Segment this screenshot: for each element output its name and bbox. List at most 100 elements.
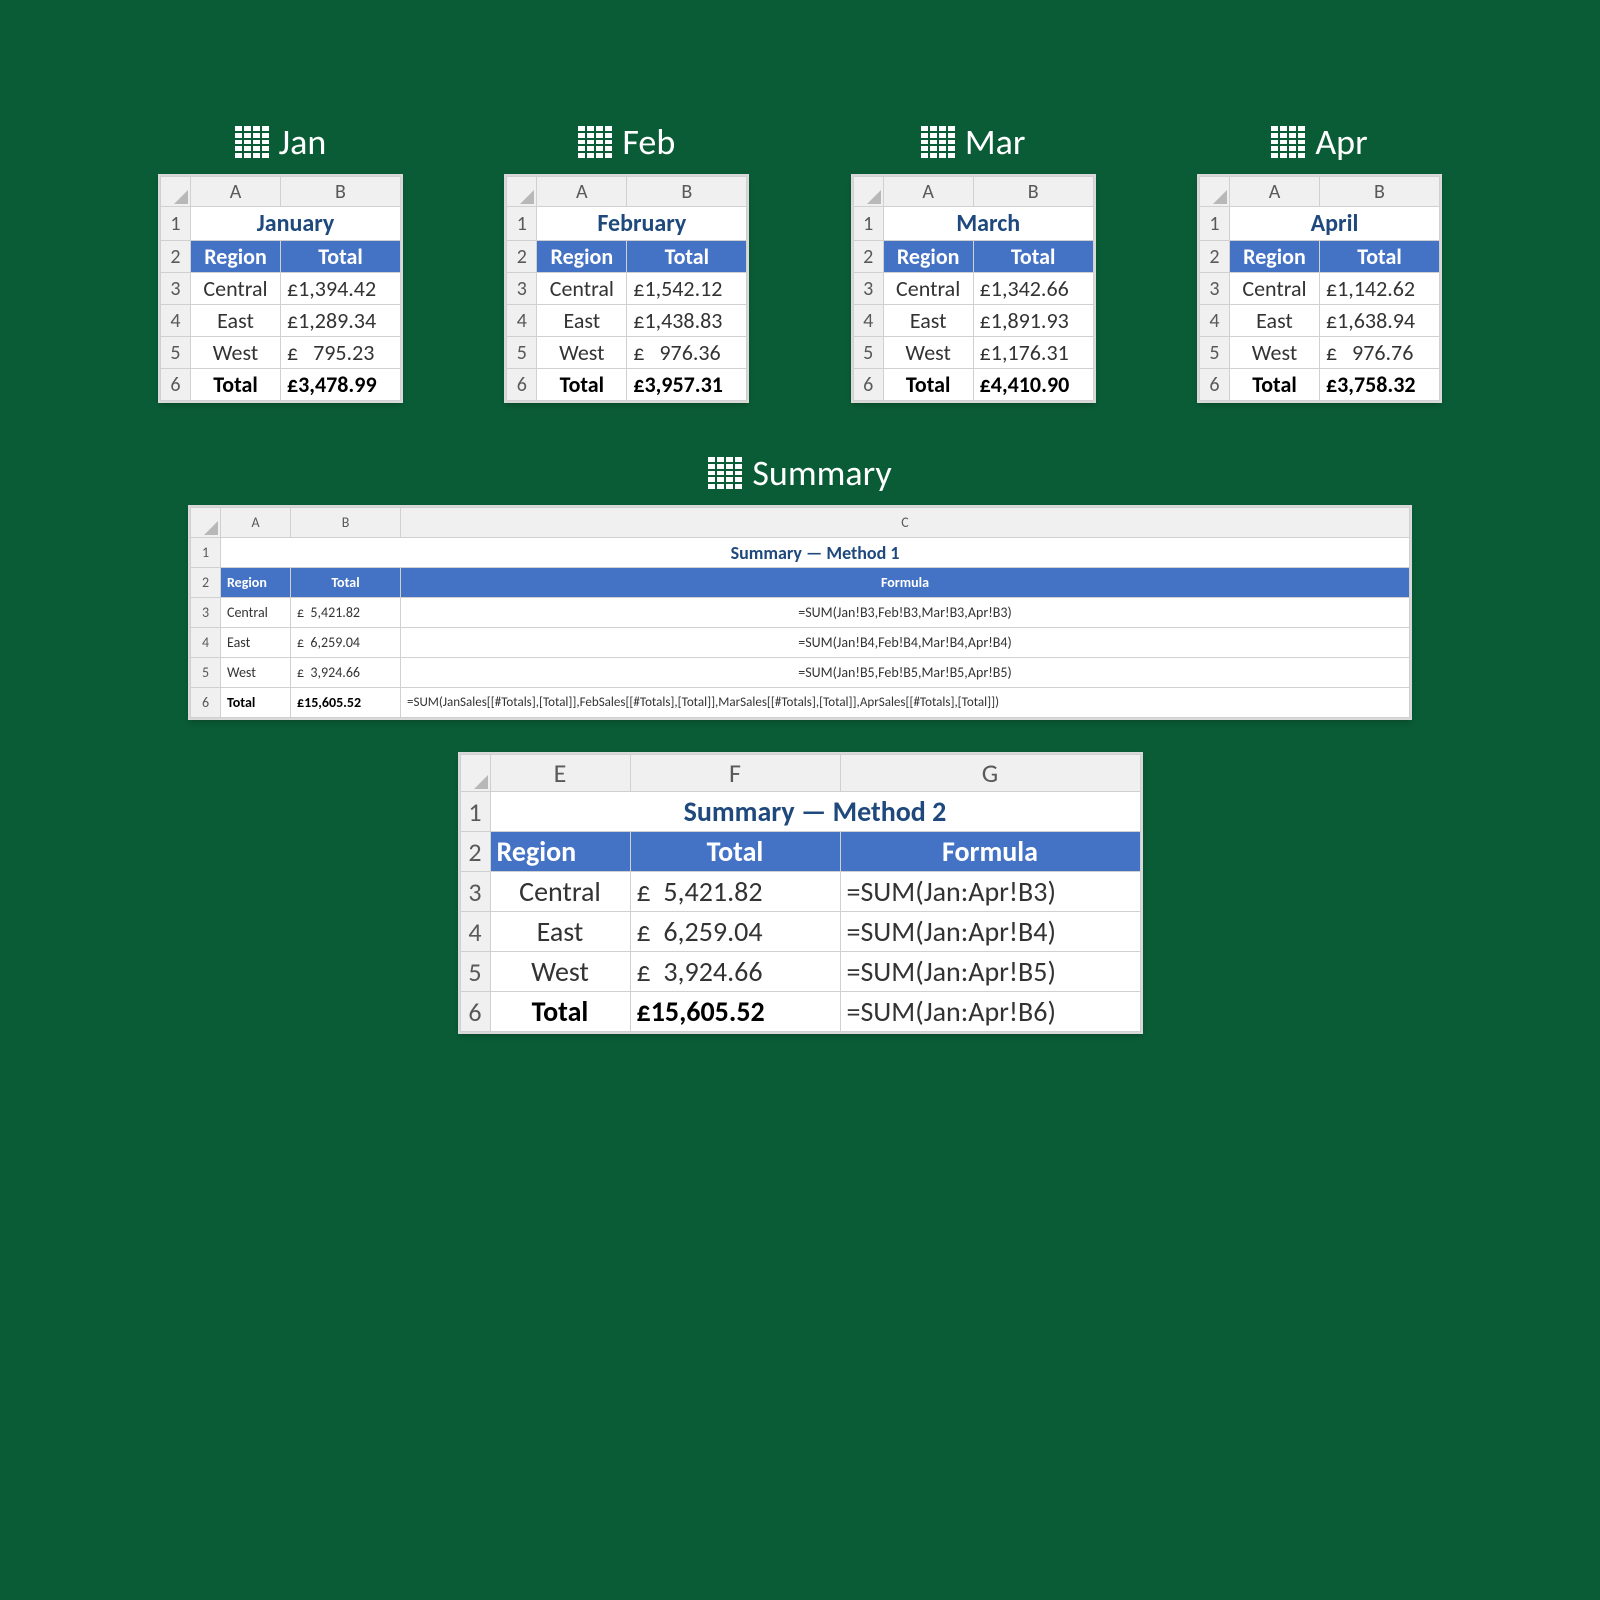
cell-formula[interactable]: =SUM(Jan!B4,Feb!B4,Mar!B4,Apr!B4) bbox=[401, 628, 1410, 658]
row-header[interactable]: 4 bbox=[1199, 305, 1229, 337]
grid-apr[interactable]: AB 1April 2RegionTotal 3Central£1,142.62… bbox=[1199, 176, 1440, 401]
cell-region[interactable]: Central bbox=[1229, 273, 1319, 305]
row-header[interactable]: 1 bbox=[853, 207, 883, 241]
col-header[interactable]: B bbox=[1319, 177, 1439, 207]
row-header[interactable]: 3 bbox=[460, 872, 490, 912]
table-header-region[interactable]: Region bbox=[490, 832, 630, 872]
cell-region[interactable]: Central bbox=[221, 598, 291, 628]
row-header[interactable]: 4 bbox=[507, 305, 537, 337]
row-header[interactable]: 5 bbox=[191, 658, 221, 688]
cell-region[interactable]: East bbox=[537, 305, 627, 337]
cell-total[interactable]: £1,542.12 bbox=[627, 273, 747, 305]
row-header[interactable]: 3 bbox=[1199, 273, 1229, 305]
cell-total[interactable]: £ 5,421.82 bbox=[291, 598, 401, 628]
cell-total-label[interactable]: Total bbox=[537, 369, 627, 401]
row-header[interactable]: 2 bbox=[191, 568, 221, 598]
cell-total[interactable]: £1,891.93 bbox=[973, 305, 1093, 337]
row-header[interactable]: 2 bbox=[1199, 241, 1229, 273]
col-header[interactable]: G bbox=[840, 755, 1140, 792]
cell-region[interactable]: West bbox=[221, 658, 291, 688]
cell-total-value[interactable]: £4,410.90 bbox=[973, 369, 1093, 401]
cell-formula[interactable]: =SUM(Jan:Apr!B5) bbox=[840, 952, 1140, 992]
sheet-tab-apr[interactable]: Apr bbox=[1271, 120, 1367, 164]
row-header[interactable]: 1 bbox=[161, 207, 191, 241]
cell-total-value[interactable]: £3,957.31 bbox=[627, 369, 747, 401]
cell-total-label[interactable]: Total bbox=[490, 992, 630, 1032]
col-header[interactable]: F bbox=[630, 755, 840, 792]
row-header[interactable]: 1 bbox=[507, 207, 537, 241]
sheet-tab-mar[interactable]: Mar bbox=[921, 120, 1026, 164]
cell-total[interactable]: £ 6,259.04 bbox=[291, 628, 401, 658]
table-header-total[interactable]: Total bbox=[630, 832, 840, 872]
table-header-formula[interactable]: Formula bbox=[401, 568, 1410, 598]
row-header[interactable]: 2 bbox=[853, 241, 883, 273]
cell-region[interactable]: West bbox=[490, 952, 630, 992]
cell-total[interactable]: £ 3,924.66 bbox=[630, 952, 840, 992]
row-header[interactable]: 6 bbox=[460, 992, 490, 1032]
cell-formula[interactable]: =SUM(Jan!B3,Feb!B3,Mar!B3,Apr!B3) bbox=[401, 598, 1410, 628]
cell-formula[interactable]: =SUM(Jan:Apr!B4) bbox=[840, 912, 1140, 952]
cell-formula[interactable]: =SUM(Jan!B5,Feb!B5,Mar!B5,Apr!B5) bbox=[401, 658, 1410, 688]
month-title[interactable]: March bbox=[883, 207, 1093, 241]
row-header[interactable]: 5 bbox=[1199, 337, 1229, 369]
grid-feb[interactable]: A B 1February 2RegionTotal 3Central£1,54… bbox=[506, 176, 747, 401]
row-header[interactable]: 2 bbox=[460, 832, 490, 872]
cell-total[interactable]: £1,342.66 bbox=[973, 273, 1093, 305]
sheet-tab-summary[interactable]: Summary bbox=[708, 451, 891, 495]
row-header[interactable]: 4 bbox=[460, 912, 490, 952]
row-header[interactable]: 4 bbox=[853, 305, 883, 337]
table-header-total[interactable]: Total bbox=[627, 241, 747, 273]
cell-total[interactable]: £1,176.31 bbox=[973, 337, 1093, 369]
cell-total[interactable]: £ 6,259.04 bbox=[630, 912, 840, 952]
row-header[interactable]: 4 bbox=[161, 305, 191, 337]
col-header[interactable]: B bbox=[973, 177, 1093, 207]
cell-total[interactable]: £ 795.23 bbox=[281, 337, 401, 369]
col-header[interactable]: E bbox=[490, 755, 630, 792]
grid-jan[interactable]: A B 1 January 2 Region Total 3 Central £… bbox=[160, 176, 401, 401]
col-header[interactable]: A bbox=[537, 177, 627, 207]
select-all-corner[interactable] bbox=[161, 177, 191, 207]
month-title[interactable]: April bbox=[1229, 207, 1439, 241]
cell-formula[interactable]: =SUM(JanSales[[#Totals],[Total]],FebSale… bbox=[401, 688, 1410, 718]
cell-region[interactable]: East bbox=[221, 628, 291, 658]
cell-total[interactable]: £1,289.34 bbox=[281, 305, 401, 337]
col-header[interactable]: C bbox=[401, 508, 1410, 538]
cell-region[interactable]: Central bbox=[490, 872, 630, 912]
cell-total[interactable]: £1,438.83 bbox=[627, 305, 747, 337]
row-header[interactable]: 3 bbox=[507, 273, 537, 305]
cell-total[interactable]: £ 5,421.82 bbox=[630, 872, 840, 912]
table-header-total[interactable]: Total bbox=[973, 241, 1093, 273]
row-header[interactable]: 5 bbox=[161, 337, 191, 369]
cell-formula[interactable]: =SUM(Jan:Apr!B3) bbox=[840, 872, 1140, 912]
table-header-total[interactable]: Total bbox=[1319, 241, 1439, 273]
select-all-corner[interactable] bbox=[191, 508, 221, 538]
summary2-title[interactable]: Summary — Method 2 bbox=[490, 792, 1140, 832]
month-title[interactable]: January bbox=[191, 207, 401, 241]
row-header[interactable]: 6 bbox=[1199, 369, 1229, 401]
col-header[interactable]: B bbox=[281, 177, 401, 207]
row-header[interactable]: 6 bbox=[191, 688, 221, 718]
cell-total-label[interactable]: Total bbox=[883, 369, 973, 401]
cell-total-value[interactable]: £3,758.32 bbox=[1319, 369, 1439, 401]
cell-total-label[interactable]: Total bbox=[221, 688, 291, 718]
table-header-formula[interactable]: Formula bbox=[840, 832, 1140, 872]
select-all-corner[interactable] bbox=[853, 177, 883, 207]
col-header[interactable]: A bbox=[1229, 177, 1319, 207]
col-header[interactable]: A bbox=[883, 177, 973, 207]
cell-total-label[interactable]: Total bbox=[191, 369, 281, 401]
cell-region[interactable]: West bbox=[1229, 337, 1319, 369]
cell-total[interactable]: £1,638.94 bbox=[1319, 305, 1439, 337]
row-header[interactable]: 6 bbox=[161, 369, 191, 401]
sheet-tab-feb[interactable]: Feb bbox=[578, 120, 675, 164]
cell-total[interactable]: £1,394.42 bbox=[281, 273, 401, 305]
cell-region[interactable]: East bbox=[1229, 305, 1319, 337]
row-header[interactable]: 5 bbox=[460, 952, 490, 992]
cell-region[interactable]: West bbox=[883, 337, 973, 369]
select-all-corner[interactable] bbox=[1199, 177, 1229, 207]
row-header[interactable]: 2 bbox=[161, 241, 191, 273]
grid-summary2[interactable]: E F G 1 Summary — Method 2 2 Region Tota… bbox=[460, 754, 1141, 1032]
row-header[interactable]: 1 bbox=[460, 792, 490, 832]
cell-region[interactable]: East bbox=[191, 305, 281, 337]
cell-total[interactable]: £ 976.36 bbox=[627, 337, 747, 369]
select-all-corner[interactable] bbox=[460, 755, 490, 792]
